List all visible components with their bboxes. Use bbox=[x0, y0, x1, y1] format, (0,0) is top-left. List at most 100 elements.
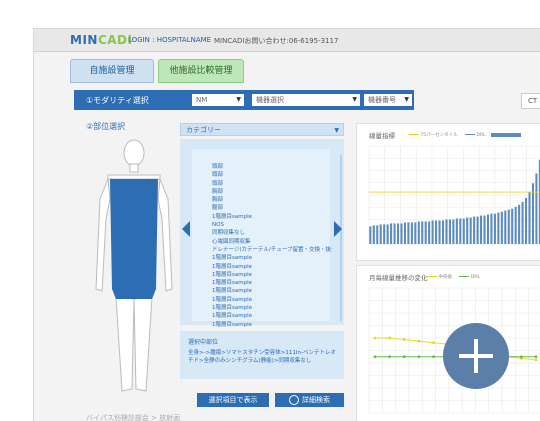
bar bbox=[396, 223, 400, 244]
data-point bbox=[373, 336, 377, 340]
bar bbox=[476, 216, 479, 244]
list-item[interactable]: 1階層目sample bbox=[212, 296, 332, 304]
list-item[interactable]: 1階層目sample bbox=[212, 321, 332, 329]
list-item[interactable]: ドレナージ(カテーテル/チューブ留置・交換・抜去 bbox=[212, 246, 332, 254]
bar bbox=[424, 221, 427, 244]
data-point bbox=[519, 355, 523, 359]
modality-bar: ①モダリティ選択 NM ▼ 機器選択 ▼ 機器番号 ▼ bbox=[74, 90, 414, 110]
bar bbox=[386, 224, 389, 244]
list-item[interactable]: 1階層目sample bbox=[212, 287, 332, 295]
bar bbox=[431, 220, 434, 244]
bar bbox=[379, 224, 382, 244]
bar bbox=[403, 222, 406, 244]
bar bbox=[521, 201, 524, 244]
list-item[interactable]: NOS bbox=[212, 221, 332, 229]
bar bbox=[376, 225, 379, 244]
data-point bbox=[432, 341, 435, 345]
plus-icon-v bbox=[474, 339, 478, 373]
body-right-arm[interactable] bbox=[95, 178, 111, 292]
bar bbox=[421, 221, 424, 244]
list-scrollbar[interactable] bbox=[340, 155, 342, 321]
selected-part-panel: 選択中部位 全身>->腫瘍>ソマトスタチン受容体>111In-ペンテトレオチド>… bbox=[180, 331, 344, 379]
list-item[interactable]: 胸部 bbox=[212, 188, 332, 196]
part-list: 頭部 頭部 頭部 胸部 胸部 腹部 1階層目sample NOS 同期収集なし 心電図同期収集 ドレ… bbox=[192, 149, 342, 328]
list-item[interactable]: 1階層目sample bbox=[212, 271, 332, 279]
bar bbox=[410, 222, 413, 244]
body-left-arm[interactable] bbox=[157, 178, 173, 292]
data-point bbox=[534, 355, 538, 359]
list-item[interactable]: 頭部 bbox=[212, 163, 332, 171]
list-item[interactable]: 頭部 bbox=[212, 171, 332, 179]
list-item[interactable]: 1階層目sample bbox=[212, 263, 332, 271]
part-items: 頭部 頭部 頭部 胸部 胸部 腹部 1階層目sample NOS 同期収集なし 心電図同期収集 ドレ… bbox=[212, 163, 332, 329]
device-select[interactable]: 機器選択 ▼ bbox=[252, 94, 360, 106]
list-item[interactable]: 1階層目sample bbox=[212, 312, 332, 320]
bar bbox=[452, 219, 455, 244]
data-point bbox=[402, 355, 406, 359]
body-head[interactable] bbox=[123, 139, 145, 167]
search-icon bbox=[289, 395, 299, 405]
app-header: MINCADI LOGIN : HOSPITALNAME MINCADIお問い合… bbox=[34, 29, 540, 52]
list-item[interactable]: 1階層目sample bbox=[212, 213, 332, 221]
logo-part1: MIN bbox=[70, 33, 98, 47]
bar bbox=[390, 223, 393, 244]
bar bbox=[500, 211, 503, 244]
body-figure[interactable] bbox=[94, 139, 174, 409]
category-select[interactable]: カテゴリー ▼ bbox=[180, 123, 344, 136]
login-label: LOGIN : HOSPITALNAME bbox=[128, 36, 212, 44]
bar bbox=[490, 213, 493, 244]
bar bbox=[511, 208, 514, 244]
bar bbox=[514, 206, 517, 244]
list-item[interactable]: 1階層目sample bbox=[212, 304, 332, 312]
add-button[interactable] bbox=[443, 323, 509, 389]
bar bbox=[459, 218, 462, 244]
data-point bbox=[402, 338, 406, 341]
chevron-down-icon: ▼ bbox=[352, 96, 357, 103]
bar bbox=[518, 204, 521, 244]
bar bbox=[469, 217, 472, 244]
data-point bbox=[432, 355, 435, 359]
dose-index-chart: 線量指標 75パーセンタイル DRL bbox=[356, 123, 540, 261]
modality-select[interactable]: NM ▼ bbox=[192, 94, 244, 106]
ct-select[interactable]: CT bbox=[521, 93, 540, 109]
contact-label: MINCADIお問い合わせ:06-6195-3117 bbox=[214, 37, 339, 45]
body-right-leg[interactable] bbox=[115, 296, 135, 392]
selected-part-title: 選択中部位 bbox=[188, 339, 219, 346]
modality-label: ①モダリティ選択 bbox=[86, 96, 149, 105]
list-item[interactable]: 1階層目sample bbox=[212, 279, 332, 287]
chevron-down-icon: ▼ bbox=[404, 96, 409, 103]
bar bbox=[383, 224, 386, 244]
device-select-label: 機器選択 bbox=[256, 96, 284, 104]
next-arrow-icon[interactable] bbox=[334, 221, 342, 237]
bar bbox=[473, 216, 476, 244]
list-item[interactable]: 胸部 bbox=[212, 196, 332, 204]
list-item[interactable]: 1階層目sample bbox=[212, 254, 332, 262]
tab-own-facility[interactable]: 自施設管理 bbox=[70, 59, 154, 83]
category-label: カテゴリー bbox=[186, 126, 221, 134]
bar bbox=[480, 215, 483, 244]
bar bbox=[462, 218, 465, 244]
bar bbox=[448, 219, 451, 244]
body-shoulders[interactable] bbox=[107, 174, 161, 180]
tab-other-facility[interactable]: 他施設比較管理 bbox=[158, 59, 244, 83]
device-number-select[interactable]: 機器番号 ▼ bbox=[364, 94, 412, 106]
list-item[interactable]: 心電図同期収集 bbox=[212, 238, 332, 246]
chevron-down-icon: ▼ bbox=[236, 96, 241, 103]
bar bbox=[466, 217, 469, 244]
show-selected-button[interactable]: 選択項目で表示 bbox=[197, 393, 269, 407]
list-item[interactable]: 同期収集なし bbox=[212, 229, 332, 237]
body-trunk-selected[interactable] bbox=[110, 179, 158, 299]
body-neck[interactable] bbox=[129, 163, 139, 173]
body-left-leg[interactable] bbox=[133, 296, 153, 392]
list-item[interactable]: 腹部 bbox=[212, 204, 332, 212]
bar bbox=[441, 220, 445, 244]
bar bbox=[504, 210, 507, 244]
bar bbox=[407, 222, 410, 244]
list-item[interactable]: 頭部 bbox=[212, 180, 332, 188]
detail-search-button[interactable]: 詳細検索 bbox=[275, 393, 344, 407]
prev-arrow-icon[interactable] bbox=[182, 221, 190, 237]
chevron-down-icon: ▼ bbox=[334, 127, 339, 134]
bar bbox=[483, 215, 486, 244]
bar bbox=[493, 213, 496, 244]
bar bbox=[417, 221, 420, 244]
